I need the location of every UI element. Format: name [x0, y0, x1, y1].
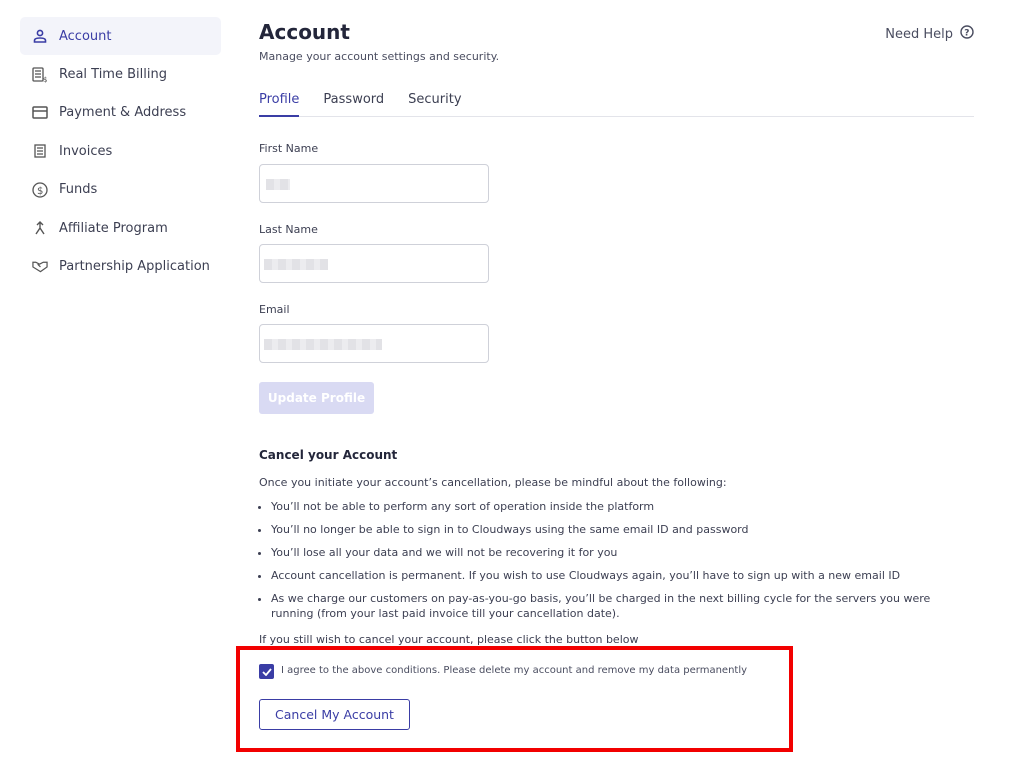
cancel-intro: Once you initiate your account’s cancell… [259, 476, 727, 489]
billing-calculator-icon: $ [32, 66, 48, 83]
tabs: Profile Password Security [259, 92, 974, 117]
sidebar-item-partnership-application[interactable]: Partnership Application [20, 247, 221, 285]
svg-text:$: $ [37, 186, 43, 197]
agree-label[interactable]: I agree to the above conditions. Please … [281, 665, 747, 676]
svg-text:$: $ [43, 76, 47, 83]
svg-text:?: ? [964, 29, 969, 39]
sidebar: Account $ Real Time Billing Payment & Add… [20, 17, 221, 286]
merge-arrow-icon [32, 220, 48, 236]
list-item: As we charge our customers on pay-as-you… [271, 591, 971, 621]
list-item: Account cancellation is permanent. If yo… [271, 568, 971, 583]
sidebar-item-funds[interactable]: $ Funds [20, 171, 221, 209]
email-label: Email [259, 303, 290, 316]
sidebar-item-invoices[interactable]: Invoices [20, 132, 221, 170]
credit-card-icon [32, 105, 48, 121]
cancel-conditions-list: You’ll not be able to perform any sort o… [271, 499, 971, 629]
last-name-input[interactable] [259, 244, 489, 283]
page-title: Account [259, 20, 350, 44]
sidebar-item-real-time-billing[interactable]: $ Real Time Billing [20, 55, 221, 93]
user-icon [32, 28, 48, 44]
last-name-label: Last Name [259, 223, 318, 236]
sidebar-item-payment-address[interactable]: Payment & Address [20, 94, 221, 132]
need-help-link[interactable]: Need Help? [885, 25, 974, 43]
agree-checkbox[interactable] [259, 664, 274, 679]
tab-security[interactable]: Security [408, 92, 461, 116]
sidebar-item-affiliate-program[interactable]: Affiliate Program [20, 209, 221, 247]
sidebar-item-account[interactable]: Account [20, 17, 221, 56]
list-item: You’ll no longer be able to sign in to C… [271, 522, 971, 537]
update-profile-button[interactable]: Update Profile [259, 382, 374, 414]
list-item: You’ll lose all your data and we will no… [271, 545, 971, 560]
handshake-icon [32, 259, 48, 275]
first-name-label: First Name [259, 142, 319, 155]
cancel-outro: If you still wish to cancel your account… [259, 633, 639, 646]
first-name-input[interactable] [259, 164, 489, 203]
tab-password[interactable]: Password [323, 92, 384, 116]
page-subtitle: Manage your account settings and securit… [259, 50, 500, 63]
cancel-account-heading: Cancel your Account [259, 448, 398, 462]
question-circle-icon: ? [960, 25, 974, 43]
email-input[interactable] [259, 324, 489, 363]
dollar-circle-icon: $ [32, 182, 48, 198]
tab-profile[interactable]: Profile [259, 92, 300, 117]
list-item: You’ll not be able to perform any sort o… [271, 499, 971, 514]
invoice-icon [32, 143, 48, 159]
checkmark-icon [261, 667, 272, 676]
cancel-account-button[interactable]: Cancel My Account [259, 699, 410, 730]
